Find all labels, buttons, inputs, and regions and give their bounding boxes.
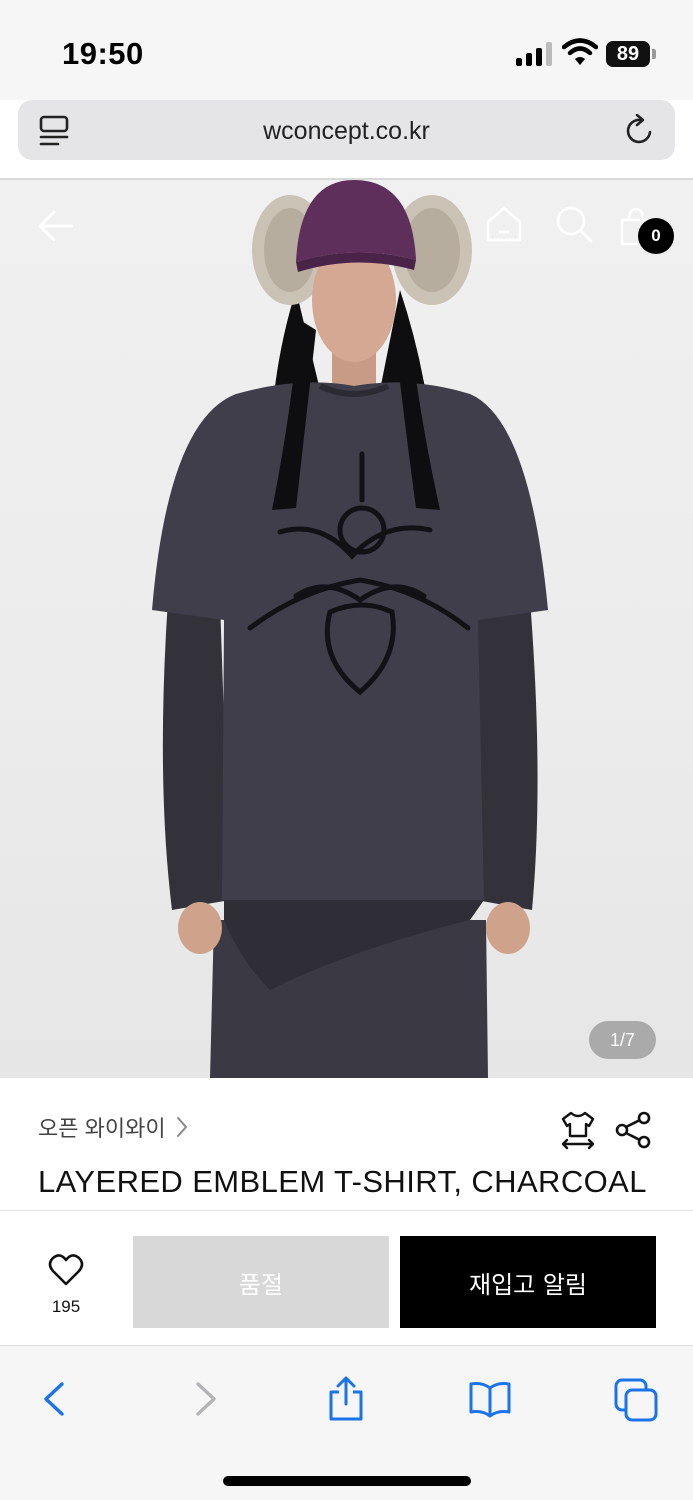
brand-name[interactable]: 오픈 와이와이 [38, 1111, 166, 1143]
status-time: 19:50 [62, 36, 144, 71]
bookmarks-icon[interactable] [468, 1376, 512, 1422]
product-image[interactable]: 0 1/7 [0, 180, 693, 1078]
reload-icon[interactable] [624, 114, 656, 146]
share-icon[interactable] [614, 1110, 652, 1150]
battery-level: 89 [606, 41, 650, 67]
back-arrow-icon[interactable] [36, 206, 76, 246]
browser-toolbar [0, 1345, 693, 1500]
cap [296, 180, 416, 262]
heart-icon[interactable] [48, 1253, 84, 1287]
product-title: LAYERED EMBLEM T-SHIRT, CHARCOAL [38, 1164, 647, 1199]
sold-out-button[interactable]: 품절 [133, 1236, 389, 1328]
wishlist-count: 195 [51, 1297, 81, 1316]
tabs-icon[interactable] [614, 1376, 658, 1422]
brand-link[interactable]: 오픈 와이와이 [38, 1112, 188, 1142]
cart-count-badge[interactable]: 0 [638, 218, 674, 254]
url-text[interactable]: wconcept.co.kr [18, 117, 675, 146]
share-icon[interactable] [324, 1376, 368, 1422]
home-indicator [223, 1476, 471, 1486]
chevron-left-icon[interactable] [34, 1376, 78, 1422]
address-bar[interactable]: wconcept.co.kr [18, 100, 675, 160]
chevron-right-icon [176, 1117, 187, 1137]
battery-tip [652, 49, 656, 59]
search-icon[interactable] [554, 204, 594, 244]
status-bar: 19:50 89 [0, 0, 693, 100]
home-icon[interactable] [484, 204, 524, 244]
restock-alert-button[interactable]: 재입고 알림 [400, 1236, 656, 1328]
chevron-right-icon[interactable] [182, 1376, 226, 1422]
image-counter: 1/7 [589, 1021, 656, 1059]
cellular-signal-icon [516, 42, 552, 66]
purchase-action-bar: 195 품절 재입고 알림 [0, 1211, 693, 1345]
size-guide-icon[interactable] [559, 1110, 597, 1150]
left-sleeve [162, 600, 230, 910]
model-photo [152, 180, 548, 1078]
right-sleeve [474, 600, 538, 910]
wifi-icon [562, 38, 598, 65]
wishlist-button[interactable]: 195 [30, 1251, 102, 1321]
